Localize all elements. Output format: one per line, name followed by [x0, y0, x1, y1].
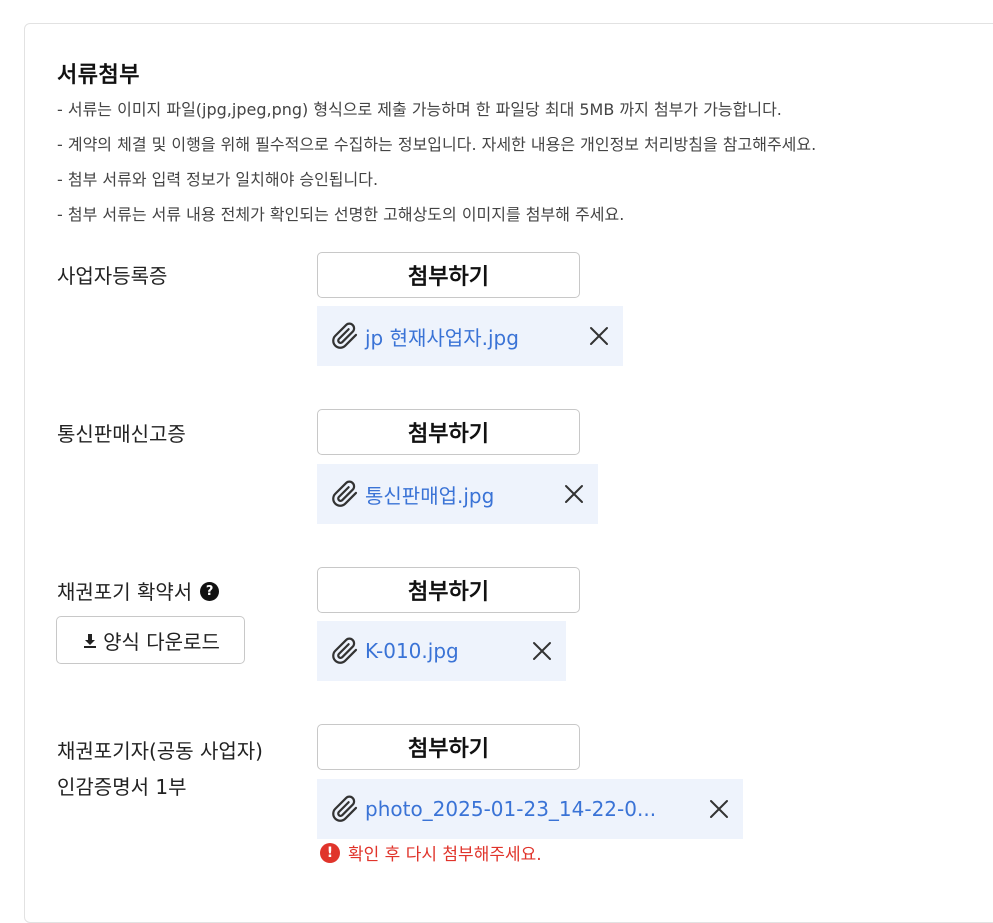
question-circle-icon[interactable]: ? — [200, 582, 220, 601]
attach-business-registration-button[interactable]: 첨부하기 — [317, 252, 580, 298]
paperclip-icon — [331, 322, 359, 350]
attached-file-name[interactable]: K-010.jpg — [365, 639, 530, 663]
notice-item: - 첨부 서류는 서류 내용 전체가 확인되는 선명한 고해상도의 이미지를 첨… — [57, 205, 625, 224]
notice-item: - 계약의 체결 및 이행을 위해 필수적으로 수집하는 정보입니다. 자세한 … — [57, 135, 817, 154]
business-registration-label: 사업자등록증 — [57, 264, 168, 288]
debt-waiver-label: 채권포기 확약서? — [57, 574, 220, 610]
attach-mail-order-report-button[interactable]: 첨부하기 — [317, 409, 580, 455]
notice-item: - 서류는 이미지 파일(jpg,jpeg,png) 형식으로 제출 가능하며 … — [57, 100, 782, 119]
close-icon[interactable] — [707, 797, 731, 821]
notice-list: - 서류는 이미지 파일(jpg,jpeg,png) 형식으로 제출 가능하며 … — [57, 96, 816, 236]
error-circle-icon: ! — [320, 842, 340, 863]
attached-file-name[interactable]: jp 현재사업자.jpg — [365, 322, 587, 351]
debt-waiver-label-text: 채권포기 확약서 — [57, 580, 193, 604]
attached-file-name[interactable]: photo_2025-01-23_14-22-0... — [365, 797, 707, 821]
paperclip-icon — [331, 637, 359, 665]
seal-certificate-label-line1: 채권포기자(공동 사업자) — [57, 739, 263, 763]
attached-file-chip: photo_2025-01-23_14-22-0... — [317, 779, 743, 839]
attached-file-chip: K-010.jpg — [317, 621, 566, 681]
paperclip-icon — [331, 480, 359, 508]
upload-error-message: ! 확인 후 다시 첨부해주세요. — [320, 840, 542, 865]
attach-seal-certificate-button[interactable]: 첨부하기 — [317, 724, 580, 770]
section-title: 서류첨부 — [57, 63, 140, 88]
template-download-label: 양식 다운로드 — [103, 629, 220, 654]
template-download-button[interactable]: 양식 다운로드 — [56, 616, 245, 664]
download-icon — [81, 631, 99, 649]
paperclip-icon — [331, 795, 359, 823]
notice-item: - 첨부 서류와 입력 정보가 일치해야 승인됩니다. — [57, 170, 379, 189]
attach-debt-waiver-button[interactable]: 첨부하기 — [317, 567, 580, 613]
seal-certificate-label-line2: 인감증명서 1부 — [57, 775, 187, 799]
close-icon[interactable] — [562, 482, 586, 506]
attached-file-chip: jp 현재사업자.jpg — [317, 306, 623, 366]
close-icon[interactable] — [530, 639, 554, 663]
close-icon[interactable] — [587, 324, 611, 348]
error-text: 확인 후 다시 첨부해주세요. — [348, 845, 542, 865]
attached-file-chip: 통신판매업.jpg — [317, 464, 598, 524]
attached-file-name[interactable]: 통신판매업.jpg — [365, 480, 562, 509]
mail-order-report-label: 통신판매신고증 — [57, 422, 186, 446]
